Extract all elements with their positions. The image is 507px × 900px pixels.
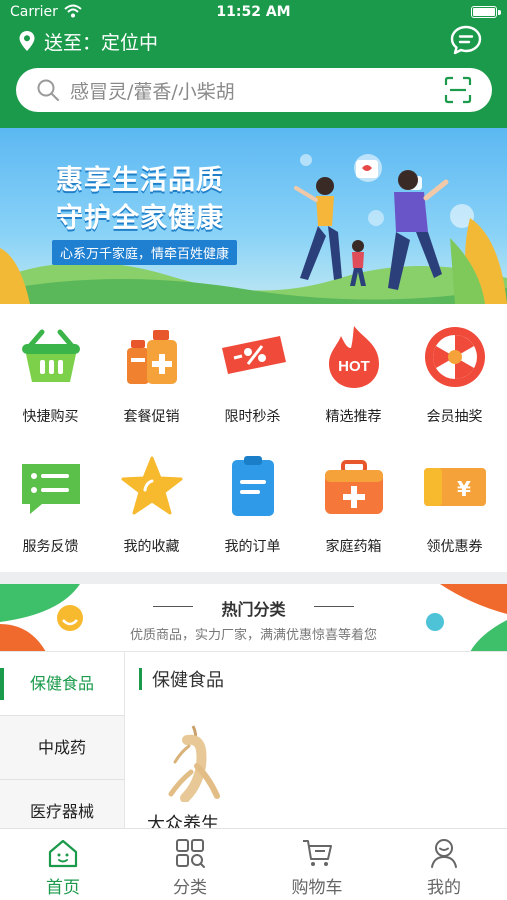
message-icon[interactable] — [449, 24, 483, 56]
category-heading-text: 保健食品 — [152, 670, 224, 691]
sidebar-item-health-food[interactable]: 保健食品 — [0, 652, 124, 716]
tab-label: 我的 — [427, 878, 461, 898]
svg-text:¥: ¥ — [457, 477, 471, 501]
grid-item-featured[interactable]: HOT 精选推荐 — [303, 310, 404, 430]
category-content: 保健食品 大众养生 — [125, 652, 507, 828]
tab-profile[interactable]: 我的 — [381, 829, 507, 900]
coupon-icon: ¥ — [424, 468, 486, 506]
bottom-tab-bar: 首页 分类 购物车 我的 — [0, 828, 507, 900]
hot-flame-icon: HOT — [329, 326, 379, 388]
tab-label: 首页 — [46, 878, 80, 898]
tab-cart[interactable]: 购物车 — [254, 829, 380, 900]
medicine-box-icon — [325, 460, 383, 514]
tab-label: 购物车 — [291, 878, 343, 898]
category-sidebar: 保健食品 中成药 医疗器械 — [0, 652, 125, 844]
grid-item-lottery[interactable]: 会员抽奖 — [404, 310, 505, 430]
grid-item-label: 限时秒杀 — [224, 409, 281, 425]
search-icon — [37, 79, 59, 101]
bottles-icon — [127, 330, 177, 384]
grid-item-label: 精选推荐 — [325, 409, 382, 425]
status-bar: Carrier 11:52 AM — [0, 0, 507, 24]
grid-item-label: 服务反馈 — [22, 539, 79, 555]
hot-categories-header: 热门分类 优质商品，实力厂家，满满优惠惊喜等着您 — [0, 584, 507, 652]
cart-icon — [303, 840, 332, 866]
banner-title-line1: 惠享生活品质 — [56, 165, 224, 196]
search-placeholder: 感冒灵/藿香/小柴胡 — [70, 80, 235, 103]
home-icon — [48, 839, 78, 868]
grid-item-favorites[interactable]: 我的收藏 — [101, 440, 202, 560]
tab-category[interactable]: 分类 — [127, 829, 253, 900]
location-prefix: 送至： — [44, 31, 102, 54]
grid-item-label: 领优惠券 — [426, 539, 483, 555]
category-heading: 保健食品 — [139, 668, 224, 691]
battery-icon — [471, 6, 497, 18]
product-name: 大众养生 — [147, 814, 219, 828]
hot-categories-subtitle: 优质商品，实力厂家，满满优惠惊喜等着您 — [129, 628, 377, 643]
tab-home[interactable]: 首页 — [0, 829, 126, 900]
grid-item-label: 我的收藏 — [123, 539, 180, 555]
grid-item-label: 会员抽奖 — [426, 409, 483, 425]
clipboard-icon — [232, 456, 274, 516]
promo-banner[interactable]: 惠享生活品质 守护全家健康 心系万千家庭，情牵百姓健康 — [0, 128, 507, 304]
hot-categories-title: 热门分类 — [221, 600, 286, 619]
basket-icon — [22, 329, 80, 382]
grid-item-combo-promo[interactable]: 套餐促销 — [101, 310, 202, 430]
title-line-right — [314, 606, 354, 607]
search-bar[interactable]: 感冒灵/藿香/小柴胡 — [16, 68, 492, 112]
location-selector[interactable]: 送至： 定位中 — [18, 26, 158, 56]
grid-item-label: 家庭药箱 — [325, 539, 382, 555]
grid-item-label: 我的订单 — [224, 539, 281, 555]
banner-subtitle: 心系万千家庭，情牵百姓健康 — [52, 240, 238, 265]
category-icon — [176, 839, 205, 868]
sidebar-item-chinese-medicine[interactable]: 中成药 — [0, 716, 124, 780]
grid-item-medicine-box[interactable]: 家庭药箱 — [303, 440, 404, 560]
tab-label: 分类 — [173, 878, 207, 898]
grid-item-flash-sale[interactable]: 限时秒杀 — [202, 310, 303, 430]
profile-icon — [431, 839, 457, 868]
percent-ticket-icon — [222, 336, 286, 374]
grid-item-coupons[interactable]: ¥ 领优惠券 — [404, 440, 505, 560]
grid-item-orders[interactable]: 我的订单 — [202, 440, 303, 560]
svg-text:HOT: HOT — [338, 358, 370, 375]
battery-cap — [498, 10, 501, 15]
lottery-wheel-icon — [425, 327, 485, 387]
chat-list-icon — [22, 464, 80, 514]
ginseng-product-image — [168, 725, 220, 802]
location-pin-icon — [19, 31, 35, 51]
banner-title-line2: 守护全家健康 — [56, 203, 224, 234]
status-time: 11:52 AM — [216, 4, 291, 20]
grid-item-label: 快捷购买 — [22, 409, 79, 425]
star-icon — [121, 456, 183, 515]
grid-item-quick-buy[interactable]: 快捷购买 — [0, 310, 101, 430]
scan-icon[interactable] — [444, 76, 472, 104]
app-header: 送至： 定位中 感冒灵/藿香/小柴胡 — [0, 24, 507, 128]
location-value: 定位中 — [101, 31, 159, 54]
grid-item-label: 套餐促销 — [123, 409, 180, 425]
grid-item-feedback[interactable]: 服务反馈 — [0, 440, 101, 560]
section-divider — [0, 572, 507, 584]
